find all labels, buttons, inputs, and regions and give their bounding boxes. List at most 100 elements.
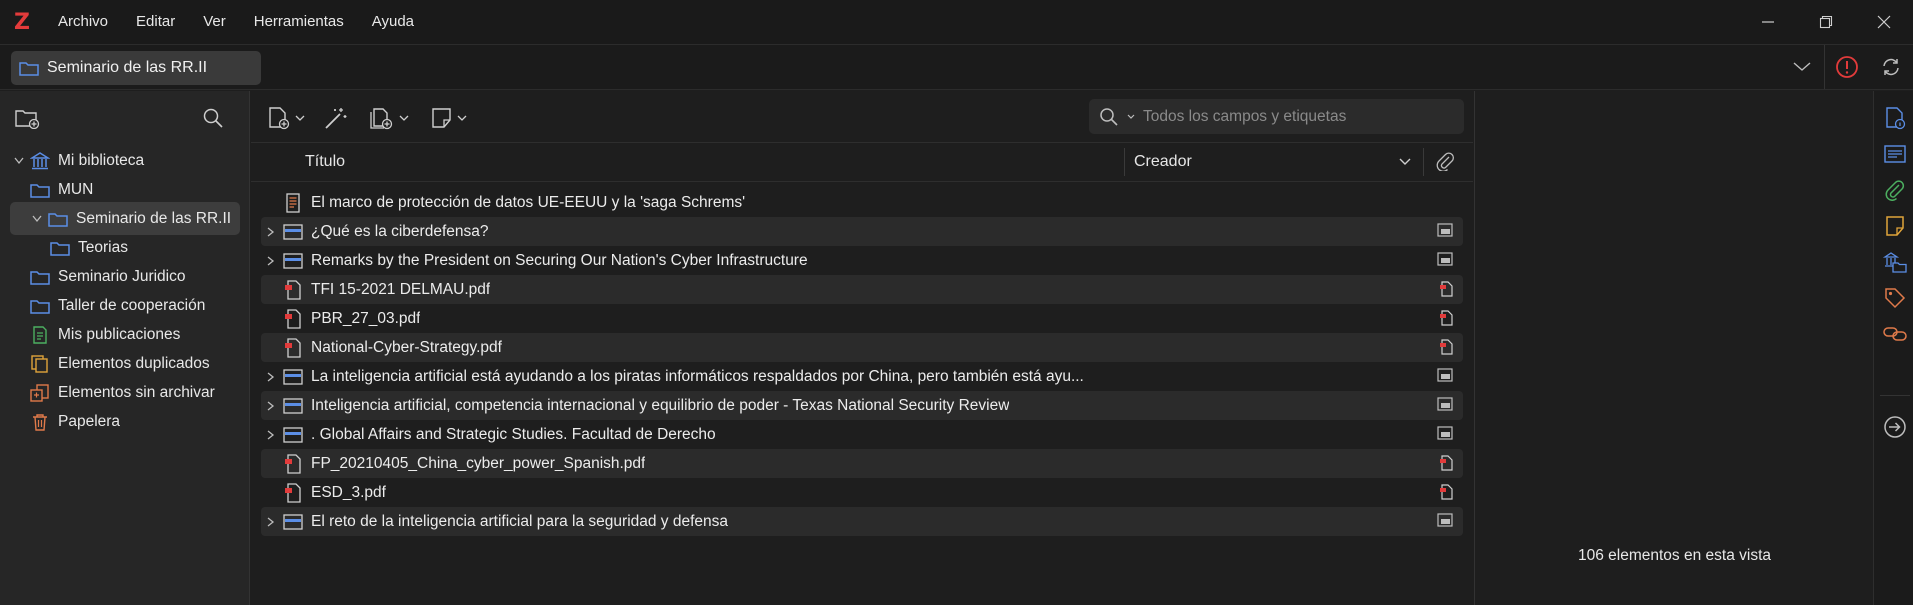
pdf-attachment-icon[interactable] — [1439, 281, 1453, 302]
chevron-right-icon[interactable] — [261, 516, 281, 527]
collection-label: Seminario Juridico — [58, 267, 186, 285]
zotero-logo: Z — [14, 9, 30, 35]
pdf-icon — [281, 279, 305, 300]
nav-abstract-button[interactable] — [1882, 141, 1908, 167]
minimize-button[interactable] — [1739, 0, 1797, 44]
webpage-icon — [281, 223, 305, 240]
pdf-icon — [281, 482, 305, 503]
column-separator[interactable] — [1124, 148, 1125, 176]
close-window-button[interactable] — [1855, 0, 1913, 44]
nav-libraries-collections-button[interactable] — [1882, 249, 1908, 275]
pdf-icon — [281, 337, 305, 358]
attachment-add-icon — [370, 108, 393, 130]
item-row[interactable]: El marco de protección de datos UE-EEUU … — [261, 188, 1463, 217]
item-row[interactable]: National-Cyber-Strategy.pdf — [261, 333, 1463, 362]
snapshot-icon[interactable] — [1437, 513, 1453, 532]
item-title: Inteligencia artificial, competencia int… — [311, 396, 1010, 414]
webpage-icon — [281, 252, 305, 269]
item-title: TFI 15-2021 DELMAU.pdf — [311, 280, 491, 298]
item-row[interactable]: El reto de la inteligencia artificial pa… — [261, 507, 1463, 536]
new-note-button[interactable] — [431, 101, 467, 135]
item-title: National-Cyber-Strategy.pdf — [311, 338, 502, 356]
menu-editar[interactable]: Editar — [122, 0, 189, 44]
item-row[interactable]: ¿Qué es la ciberdefensa? — [261, 217, 1463, 246]
new-collection-icon — [15, 110, 40, 129]
menu-archivo[interactable]: Archivo — [44, 0, 122, 44]
snapshot-icon[interactable] — [1437, 252, 1453, 271]
item-title: PBR_27_03.pdf — [311, 309, 421, 327]
column-picker-icon[interactable] — [1399, 153, 1411, 171]
chevron-right-icon[interactable] — [261, 400, 281, 411]
tab-library[interactable]: Seminario de las RR.II — [11, 51, 261, 85]
new-collection-button[interactable] — [10, 101, 44, 135]
column-title[interactable]: Título — [305, 153, 345, 171]
column-creator[interactable]: Creador — [1134, 153, 1192, 171]
collection-label: Teorias — [78, 238, 128, 256]
filter-collections-button[interactable] — [196, 101, 230, 135]
sync-button[interactable] — [1869, 45, 1913, 89]
item-row[interactable]: FP_20210405_China_cyber_power_Spanish.pd… — [261, 449, 1463, 478]
collection-label: Elementos duplicados — [58, 354, 210, 372]
tabs-menu-button[interactable] — [1780, 45, 1824, 89]
menu-ver[interactable]: Ver — [189, 0, 240, 44]
nav-tags-button[interactable] — [1882, 285, 1908, 311]
search-icon — [1100, 107, 1118, 126]
nav-info-button[interactable] — [1882, 105, 1908, 131]
tab-bar: Seminario de las RR.II — [0, 44, 1913, 90]
nav-attachments-button[interactable] — [1882, 177, 1908, 203]
paperclip-icon[interactable] — [1436, 151, 1454, 176]
collection-papelera[interactable]: Papelera — [10, 405, 240, 438]
item-title: . Global Affairs and Strategic Studies. … — [311, 425, 716, 443]
item-row[interactable]: Remarks by the President on Securing Our… — [261, 246, 1463, 275]
search-mode-chevron-icon[interactable] — [1127, 114, 1135, 120]
close-icon — [1877, 15, 1891, 29]
chevron-down-icon[interactable] — [28, 215, 46, 223]
locate-icon — [1884, 416, 1906, 438]
collection-label: Taller de cooperación — [58, 296, 206, 314]
collection-label: Papelera — [58, 412, 121, 430]
new-item-button[interactable] — [267, 101, 305, 135]
nav-related-button[interactable] — [1882, 321, 1908, 347]
item-row[interactable]: TFI 15-2021 DELMAU.pdf — [261, 275, 1463, 304]
related-icon — [1883, 327, 1907, 341]
pdf-attachment-icon[interactable] — [1439, 339, 1453, 360]
collections-pane: Mi biblioteca MUN Seminario de las RR.II… — [0, 91, 250, 605]
pdf-icon — [281, 453, 305, 474]
snapshot-icon[interactable] — [1437, 426, 1453, 445]
webpage-icon — [281, 426, 305, 443]
add-by-identifier-button[interactable] — [323, 101, 349, 135]
search-input[interactable] — [1143, 107, 1443, 126]
chevron-down-icon — [1793, 62, 1811, 71]
item-row[interactable]: . Global Affairs and Strategic Studies. … — [261, 420, 1463, 449]
magic-wand-icon — [325, 108, 347, 129]
menu-ayuda[interactable]: Ayuda — [358, 0, 428, 44]
chevron-right-icon[interactable] — [261, 255, 281, 266]
column-separator[interactable] — [1423, 148, 1424, 176]
info-icon — [1886, 107, 1906, 130]
item-row[interactable]: PBR_27_03.pdf — [261, 304, 1463, 333]
restore-button[interactable] — [1797, 0, 1855, 44]
nav-locate-button[interactable] — [1882, 414, 1908, 440]
chevron-down-icon[interactable] — [10, 157, 28, 165]
item-row[interactable]: Inteligencia artificial, competencia int… — [261, 391, 1463, 420]
item-row[interactable]: La inteligencia artificial está ayudando… — [261, 362, 1463, 391]
pdf-attachment-icon[interactable] — [1439, 310, 1453, 331]
new-attachment-button[interactable] — [369, 101, 409, 135]
folder-icon — [28, 267, 52, 287]
snapshot-icon[interactable] — [1437, 368, 1453, 387]
pdf-attachment-icon[interactable] — [1439, 455, 1453, 476]
chevron-right-icon[interactable] — [261, 371, 281, 382]
title-bar: Z Archivo Editar Ver Herramientas Ayuda — [0, 0, 1913, 44]
item-row[interactable]: ESD_3.pdf — [261, 478, 1463, 507]
search-box[interactable] — [1089, 99, 1464, 134]
nav-notes-button[interactable] — [1882, 213, 1908, 239]
snapshot-icon[interactable] — [1437, 223, 1453, 242]
chevron-right-icon[interactable] — [261, 429, 281, 440]
tab-actions — [1780, 45, 1913, 89]
chevron-right-icon[interactable] — [261, 226, 281, 237]
snapshot-icon[interactable] — [1437, 397, 1453, 416]
menu-herramientas[interactable]: Herramientas — [240, 0, 358, 44]
sync-error-button[interactable] — [1825, 45, 1869, 89]
pdf-attachment-icon[interactable] — [1439, 484, 1453, 505]
menu-bar: Archivo Editar Ver Herramientas Ayuda — [44, 0, 428, 44]
